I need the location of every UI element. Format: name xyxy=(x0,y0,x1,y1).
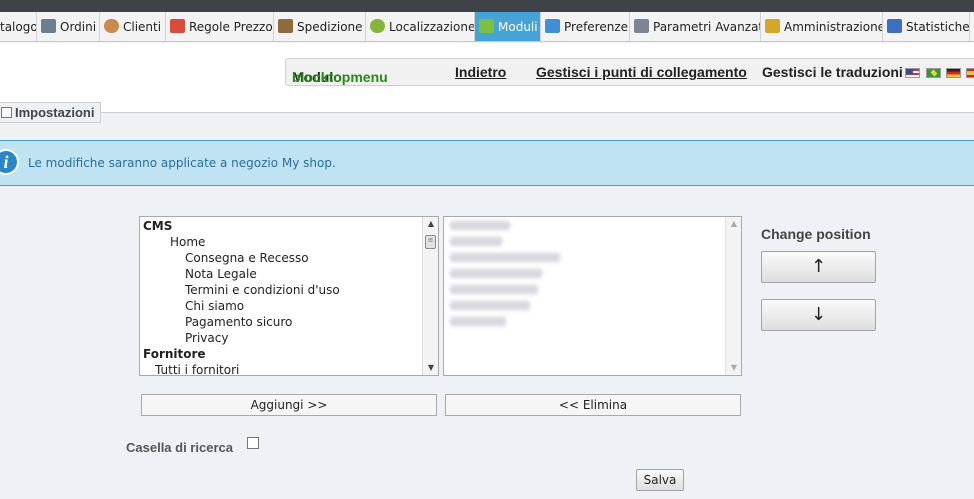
scroll-down-arrow-icon[interactable]: ▼ xyxy=(726,361,741,375)
es-flag-icon[interactable] xyxy=(966,68,974,78)
manage-hooks-link[interactable]: Gestisci i punti di collegamento xyxy=(536,64,747,80)
move-down-button[interactable]: ↓ xyxy=(761,299,876,331)
tab-spedizione[interactable]: Spedizione xyxy=(274,12,366,41)
tab-preferenze[interactable]: Preferenze xyxy=(541,12,630,41)
list-item[interactable]: Home xyxy=(170,234,205,250)
remove-button[interactable]: << Elimina xyxy=(445,394,741,416)
scroll-up-arrow-icon[interactable]: ▲ xyxy=(726,217,741,231)
br-flag-diamond xyxy=(930,69,938,77)
save-button[interactable]: Salva xyxy=(636,469,684,491)
user-icon xyxy=(104,19,119,33)
list-item[interactable]: Privacy xyxy=(185,330,228,346)
de-flag-icon[interactable] xyxy=(946,68,961,78)
info-banner: i Le modifiche saranno applicate a negoz… xyxy=(0,140,974,186)
list-item[interactable]: Pagamento sicuro xyxy=(185,314,292,330)
list-item[interactable] xyxy=(450,301,530,310)
us-flag-icon[interactable] xyxy=(905,68,920,78)
tab-catalogo[interactable]: talogo xyxy=(0,12,37,41)
list-item[interactable]: Tutti i fornitori xyxy=(155,362,239,375)
preferences-icon xyxy=(545,19,560,33)
tab-parametri-avanzati[interactable]: Parametri Avanzati xyxy=(630,12,761,41)
change-position-title: Change position xyxy=(761,226,871,242)
stats-icon xyxy=(887,19,902,33)
settings-legend: Impostazioni xyxy=(0,102,102,123)
search-box-label: Casella di ricerca xyxy=(126,440,233,455)
globe-icon xyxy=(370,19,385,33)
list-item[interactable] xyxy=(450,237,502,246)
tab-statistiche[interactable]: Statistiche xyxy=(883,12,970,41)
info-icon: i xyxy=(0,149,19,175)
tab-localizzazione[interactable]: Localizzazione xyxy=(366,12,475,41)
tab-regole-prezzo[interactable]: Regole Prezzo xyxy=(166,12,274,41)
info-message: Le modifiche saranno applicate a negozio… xyxy=(28,156,336,170)
us-flag-canton xyxy=(906,69,913,74)
module-toolbar: Modulo blocktopmenu Indietro Gestisci i … xyxy=(285,58,974,86)
top-strip xyxy=(0,0,974,12)
list-item[interactable] xyxy=(450,221,510,230)
puzzle-icon xyxy=(479,19,494,33)
cart-icon xyxy=(41,19,56,33)
truck-icon xyxy=(278,19,293,33)
main-nav: talogo Ordini Clienti Regole Prezzo Sped… xyxy=(0,12,974,42)
add-button[interactable]: Aggiungi >> xyxy=(141,394,437,416)
list-item[interactable]: Nota Legale xyxy=(185,266,257,282)
wrench-icon xyxy=(634,19,649,33)
manage-translations-label: Gestisci le traduzioni xyxy=(762,64,903,80)
fieldset-border xyxy=(0,112,974,113)
list-item[interactable] xyxy=(450,317,506,326)
price-tag-icon xyxy=(170,19,185,33)
selected-list-scrollbar[interactable]: ▲ ▼ xyxy=(725,217,741,375)
br-flag-icon[interactable] xyxy=(926,68,941,78)
tab-clienti[interactable]: Clienti xyxy=(100,12,166,41)
scroll-up-arrow-icon[interactable]: ▲ xyxy=(423,217,438,231)
tab-ordini[interactable]: Ordini xyxy=(37,12,100,41)
list-item[interactable] xyxy=(450,285,538,294)
list-item[interactable] xyxy=(450,269,542,278)
move-up-button[interactable]: ↑ xyxy=(761,251,876,283)
selected-items-list[interactable]: ▲ ▼ xyxy=(443,216,742,376)
tab-more[interactable] xyxy=(970,12,974,41)
list-item[interactable]: Termini e condizioni d'uso xyxy=(185,282,340,298)
settings-icon xyxy=(1,107,12,118)
scroll-down-arrow-icon[interactable]: ▼ xyxy=(423,361,438,375)
back-link[interactable]: Indietro xyxy=(455,64,506,80)
tab-amministrazione[interactable]: Amministrazione xyxy=(761,12,883,41)
list-item[interactable]: Consegna e Recesso xyxy=(185,250,309,266)
key-icon xyxy=(765,19,780,33)
list-item[interactable] xyxy=(450,253,560,262)
tab-moduli[interactable]: Moduli xyxy=(475,12,541,41)
available-list-scrollbar[interactable]: ▲ ≡ ▼ xyxy=(422,217,438,375)
search-box-checkbox[interactable] xyxy=(247,437,259,449)
option-group[interactable]: CMS xyxy=(143,218,172,234)
list-item[interactable]: Chi siamo xyxy=(185,298,244,314)
available-items-list[interactable]: CMS Home Consegna e Recesso Nota Legale Term… xyxy=(139,216,439,376)
option-group[interactable]: Fornitore xyxy=(143,346,206,362)
scroll-thumb[interactable]: ≡ xyxy=(425,235,436,249)
